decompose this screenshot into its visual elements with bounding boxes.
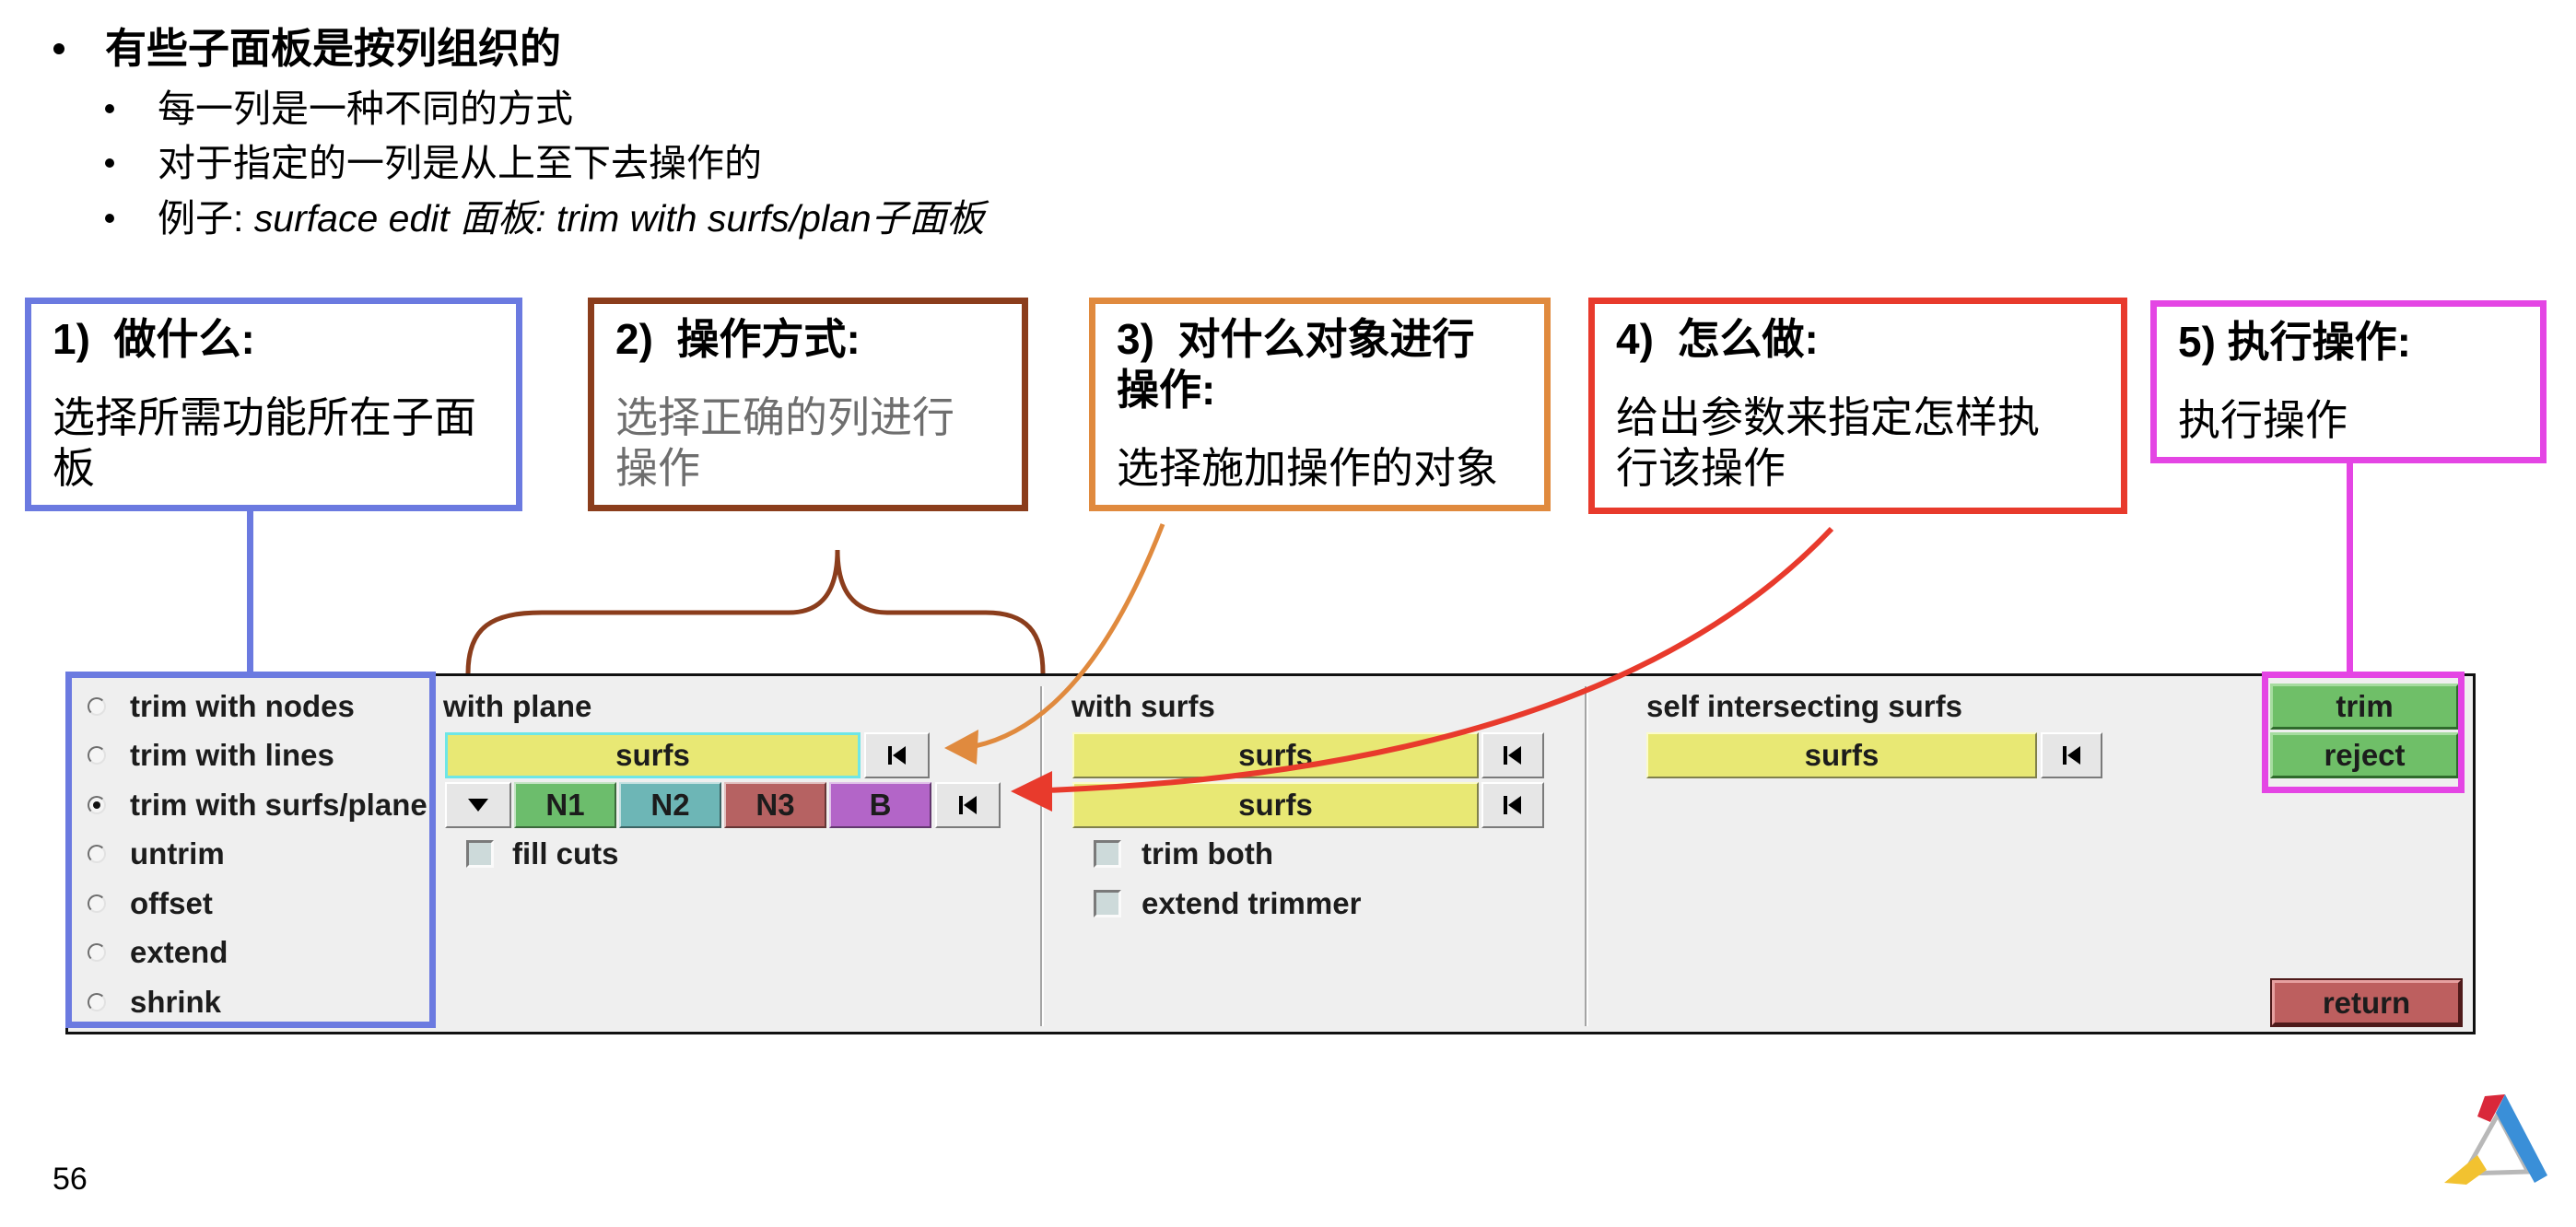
- page-number: 56: [53, 1162, 88, 1197]
- altair-logo-icon: [2444, 1094, 2547, 1185]
- arrow-how-line: [1046, 526, 1834, 793]
- arrowhead: [1011, 771, 1052, 812]
- arrow-target-line: [974, 523, 1165, 749]
- arrowhead: [944, 730, 978, 765]
- annotation-overlay: [465, 523, 1834, 812]
- brace-connector: [465, 549, 1046, 674]
